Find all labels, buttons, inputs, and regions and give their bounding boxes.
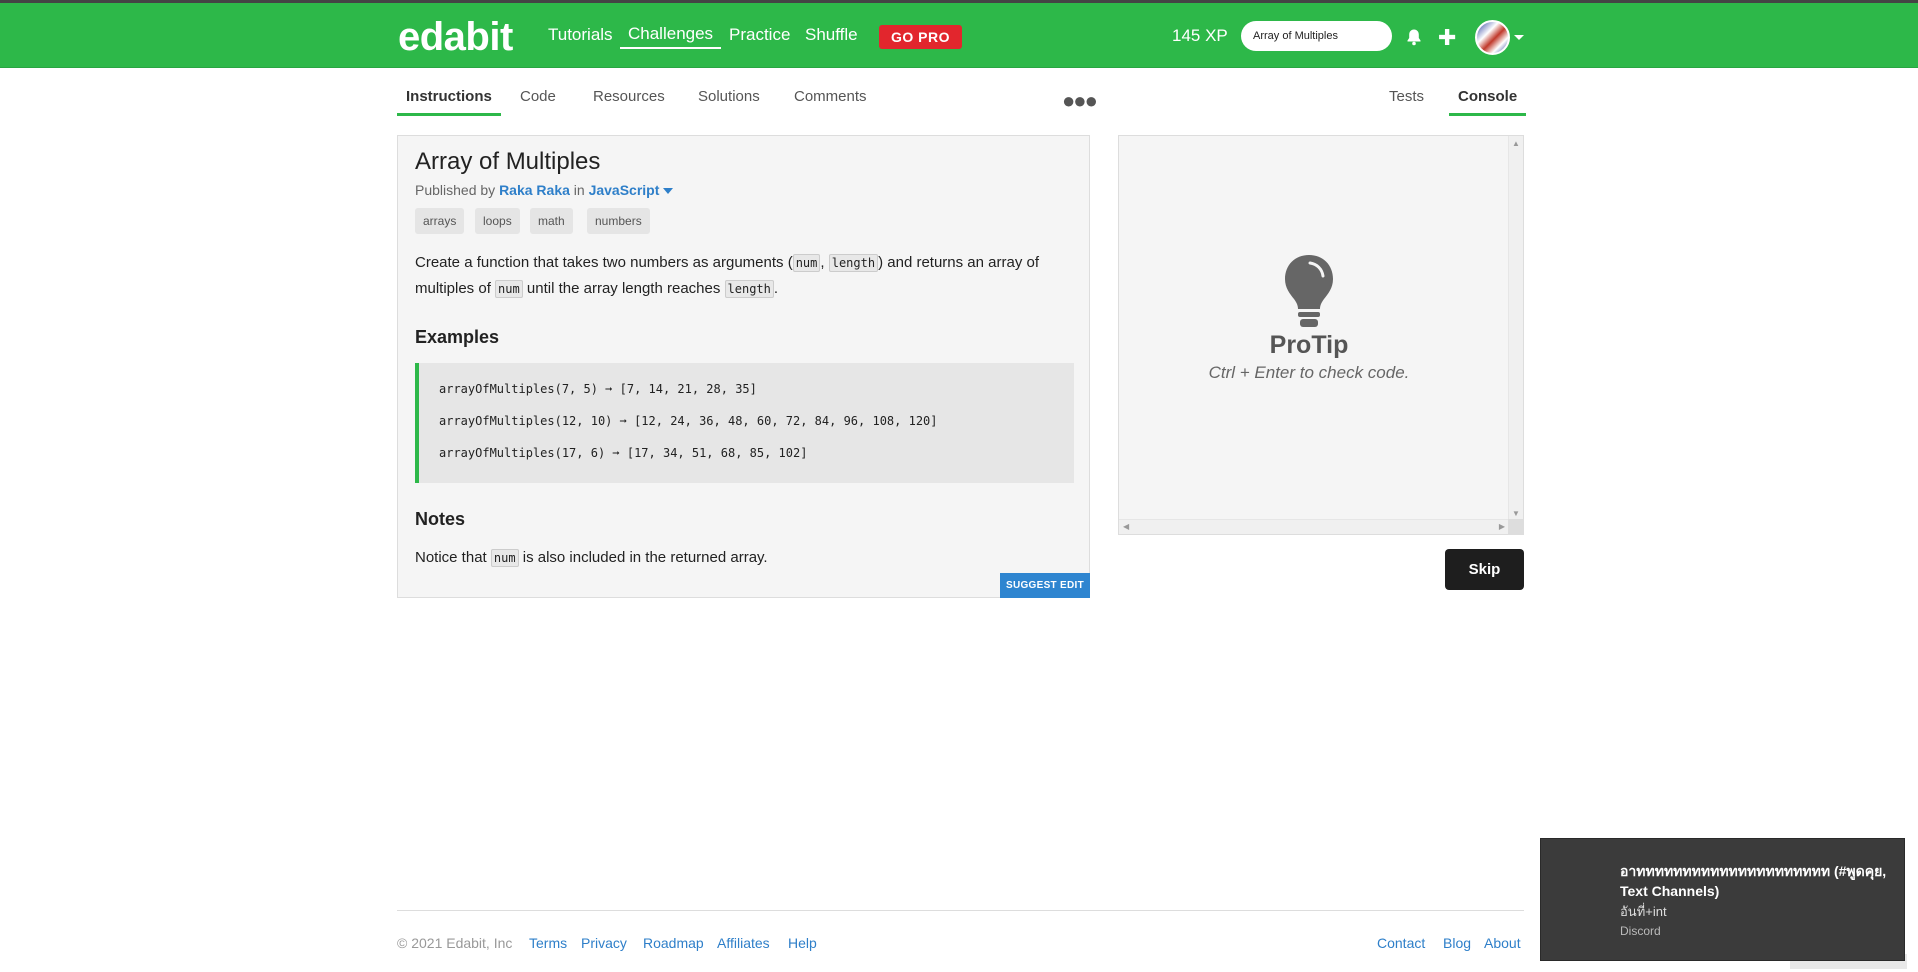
tab-resources[interactable]: Resources <box>584 86 674 116</box>
tab-console[interactable]: Console <box>1449 86 1527 116</box>
xp-counter[interactable]: 145 XP <box>1172 26 1228 46</box>
footer-link-help[interactable]: Help <box>788 935 817 951</box>
search-input[interactable] <box>1241 21 1392 51</box>
notes-text: Notice that num is also included in the … <box>415 549 768 567</box>
examples-heading: Examples <box>415 327 500 347</box>
notification-subtitle: อันที่+int <box>1620 904 1667 919</box>
desc-text: Create a function that takes two numbers… <box>415 254 793 271</box>
edabit-logo[interactable]: edabit <box>398 15 513 60</box>
notification-title: อาททททททททททททททททททททท (#พูดคุย, Text C… <box>1620 863 1887 899</box>
go-pro-button[interactable]: GO PRO <box>879 25 962 49</box>
footer-link-about[interactable]: About <box>1484 935 1521 951</box>
examples-code-block: arrayOfMultiples(7, 5) ➞ [7, 14, 21, 28,… <box>415 363 1074 483</box>
published-prefix: Published by <box>415 182 496 198</box>
scroll-up-arrow-icon[interactable]: ▲ <box>1512 139 1520 148</box>
vertical-scrollbar[interactable]: ▲ ▼ <box>1508 136 1523 521</box>
notes-part: Notice that <box>415 549 491 566</box>
plus-icon[interactable]: ✚ <box>1438 25 1456 51</box>
more-options-icon[interactable]: ●●● <box>1062 88 1098 114</box>
footer-copyright: © 2021 Edabit, Inc <box>397 935 512 951</box>
notification-app-name: Discord <box>1620 924 1661 938</box>
instructions-panel: Array of Multiples Published by Raka Rak… <box>397 135 1090 598</box>
inline-code: length <box>724 280 774 298</box>
language-link[interactable]: JavaScript <box>589 182 660 198</box>
challenge-title: Array of Multiples <box>415 148 601 175</box>
example-line: arrayOfMultiples(17, 6) ➞ [17, 34, 51, 6… <box>439 446 808 460</box>
horizontal-scrollbar[interactable]: ◀ ▶ <box>1119 519 1509 534</box>
notes-part: is also included in the returned array. <box>518 549 768 566</box>
tab-instructions[interactable]: Instructions <box>397 86 501 116</box>
notes-heading: Notes <box>415 509 466 529</box>
inline-code: length <box>828 254 879 272</box>
suggest-edit-button[interactable]: SUGGEST EDIT <box>1000 573 1090 598</box>
language-caret-icon[interactable] <box>663 188 674 195</box>
chevron-down-icon[interactable] <box>1514 35 1524 40</box>
footer-link-roadmap[interactable]: Roadmap <box>643 935 704 951</box>
example-line: arrayOfMultiples(7, 5) ➞ [7, 14, 21, 28,… <box>439 382 757 396</box>
bell-icon[interactable] <box>1405 28 1423 46</box>
tab-solutions[interactable]: Solutions <box>689 86 769 116</box>
scrollbar-corner <box>1508 519 1523 534</box>
protip-title: ProTip <box>1269 331 1349 359</box>
tab-comments[interactable]: Comments <box>785 86 876 116</box>
inline-code: num <box>792 254 821 272</box>
inline-code: num <box>490 549 519 567</box>
tag-numbers[interactable]: numbers <box>587 208 650 234</box>
example-line: arrayOfMultiples(12, 10) ➞ [12, 24, 36, … <box>439 414 938 428</box>
tab-tests[interactable]: Tests <box>1380 86 1433 116</box>
protip-subtitle: Ctrl + Enter to check code. <box>1208 363 1410 382</box>
tab-code[interactable]: Code <box>511 86 565 116</box>
nav-challenges[interactable]: Challenges <box>620 24 722 49</box>
avatar[interactable] <box>1475 20 1510 55</box>
scroll-right-arrow-icon[interactable]: ▶ <box>1499 522 1505 531</box>
scroll-left-arrow-icon[interactable]: ◀ <box>1123 522 1129 531</box>
author-link[interactable]: Raka Raka <box>499 182 570 198</box>
footer-link-blog[interactable]: Blog <box>1443 935 1471 951</box>
footer-divider <box>397 910 1524 911</box>
footer-link-contact[interactable]: Contact <box>1377 935 1425 951</box>
copyright-text: © 2021 Edabit, Inc <box>397 935 513 951</box>
scroll-down-arrow-icon[interactable]: ▼ <box>1512 509 1520 518</box>
published-by: Published by Raka Raka in JavaScript <box>415 182 674 198</box>
tag-math[interactable]: math <box>530 208 573 234</box>
in-word: in <box>573 182 585 198</box>
console-panel[interactable]: ProTip Ctrl + Enter to check code. ▲ ▼ ◀… <box>1118 135 1524 535</box>
desc-text: , <box>820 254 829 271</box>
desc-text: . <box>773 280 779 297</box>
challenge-description: Create a function that takes two numbers… <box>415 250 1075 302</box>
lightbulb-icon <box>1285 255 1333 327</box>
skip-button[interactable]: Skip <box>1445 549 1524 590</box>
footer-link-terms[interactable]: Terms <box>529 935 567 951</box>
nav-tutorials[interactable]: Tutorials <box>548 25 613 45</box>
inline-code: num <box>495 280 523 298</box>
footer-link-privacy[interactable]: Privacy <box>581 935 627 951</box>
tag-arrays[interactable]: arrays <box>415 208 465 234</box>
top-navbar: edabit Tutorials Challenges Practice Shu… <box>0 3 1918 68</box>
desc-text: until the array length reaches <box>522 280 725 297</box>
discord-notification[interactable]: อาททททททททททททททททททททท (#พูดคุย, Text C… <box>1540 838 1905 961</box>
footer-link-affiliates[interactable]: Affiliates <box>717 935 770 951</box>
nav-practice[interactable]: Practice <box>729 25 790 45</box>
nav-shuffle[interactable]: Shuffle <box>805 25 858 45</box>
tag-loops[interactable]: loops <box>475 208 520 234</box>
